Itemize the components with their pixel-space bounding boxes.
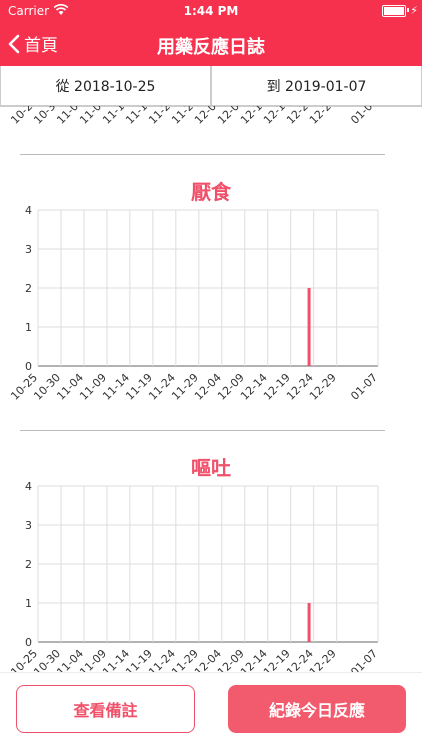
- view-notes-button[interactable]: 查看備註: [16, 685, 195, 733]
- page-title: 用藥反應日誌: [157, 37, 265, 58]
- y-tick-label: 1: [25, 321, 32, 334]
- x-tick-label: 01-07: [348, 647, 380, 672]
- battery-icon: [382, 5, 406, 17]
- battery-cap: [407, 8, 409, 12]
- bar: [307, 603, 311, 642]
- chart-title-anorexia: 厭食: [191, 180, 231, 204]
- bar: [307, 288, 311, 366]
- divider: [20, 430, 385, 431]
- charts-scroll-area[interactable]: 10-25 10-30 11-04 11-09 11-14 11-19 11-24 11-29…: [0, 106, 422, 672]
- chart-anorexia: 0123410-2510-3011-0411-0911-1411-1911-24…: [8, 204, 380, 403]
- clock: 1:44 PM: [183, 4, 239, 18]
- x-tick-label: 12-29: [307, 106, 339, 127]
- from-date-button[interactable]: 從 2018-10-25: [0, 66, 211, 106]
- y-tick-label: 1: [25, 597, 32, 610]
- chart-vomiting: 0123410-2510-3011-0411-0911-1411-1911-24…: [8, 480, 380, 672]
- chart-previous: 10-2510-3011-0411-0911-1411-1911-2411-29…: [8, 106, 380, 127]
- y-tick-label: 2: [25, 558, 32, 571]
- divider: [20, 154, 385, 155]
- to-date-button[interactable]: 到 2019-01-07: [211, 66, 422, 106]
- status-bar: Carrier 1:44 PM ⚡: [0, 0, 422, 22]
- nav-bar: 首頁 用藥反應日誌: [0, 22, 422, 66]
- chart-title-vomiting: 嘔吐: [191, 456, 231, 480]
- date-range-bar: 從 2018-10-25 到 2019-01-07: [0, 66, 422, 107]
- y-tick-label: 3: [25, 519, 32, 532]
- y-tick-label: 4: [25, 204, 32, 217]
- x-tick-label: 01-07: [348, 106, 380, 127]
- footer: 查看備註 紀錄今日反應: [0, 672, 422, 751]
- x-tick-label: 01-07: [348, 371, 380, 403]
- charging-icon: ⚡: [410, 4, 418, 17]
- record-today-button[interactable]: 紀錄今日反應: [228, 685, 406, 733]
- y-tick-label: 3: [25, 243, 32, 256]
- x-tick-label: 12-29: [307, 371, 339, 403]
- y-tick-label: 2: [25, 282, 32, 295]
- y-tick-label: 4: [25, 480, 32, 493]
